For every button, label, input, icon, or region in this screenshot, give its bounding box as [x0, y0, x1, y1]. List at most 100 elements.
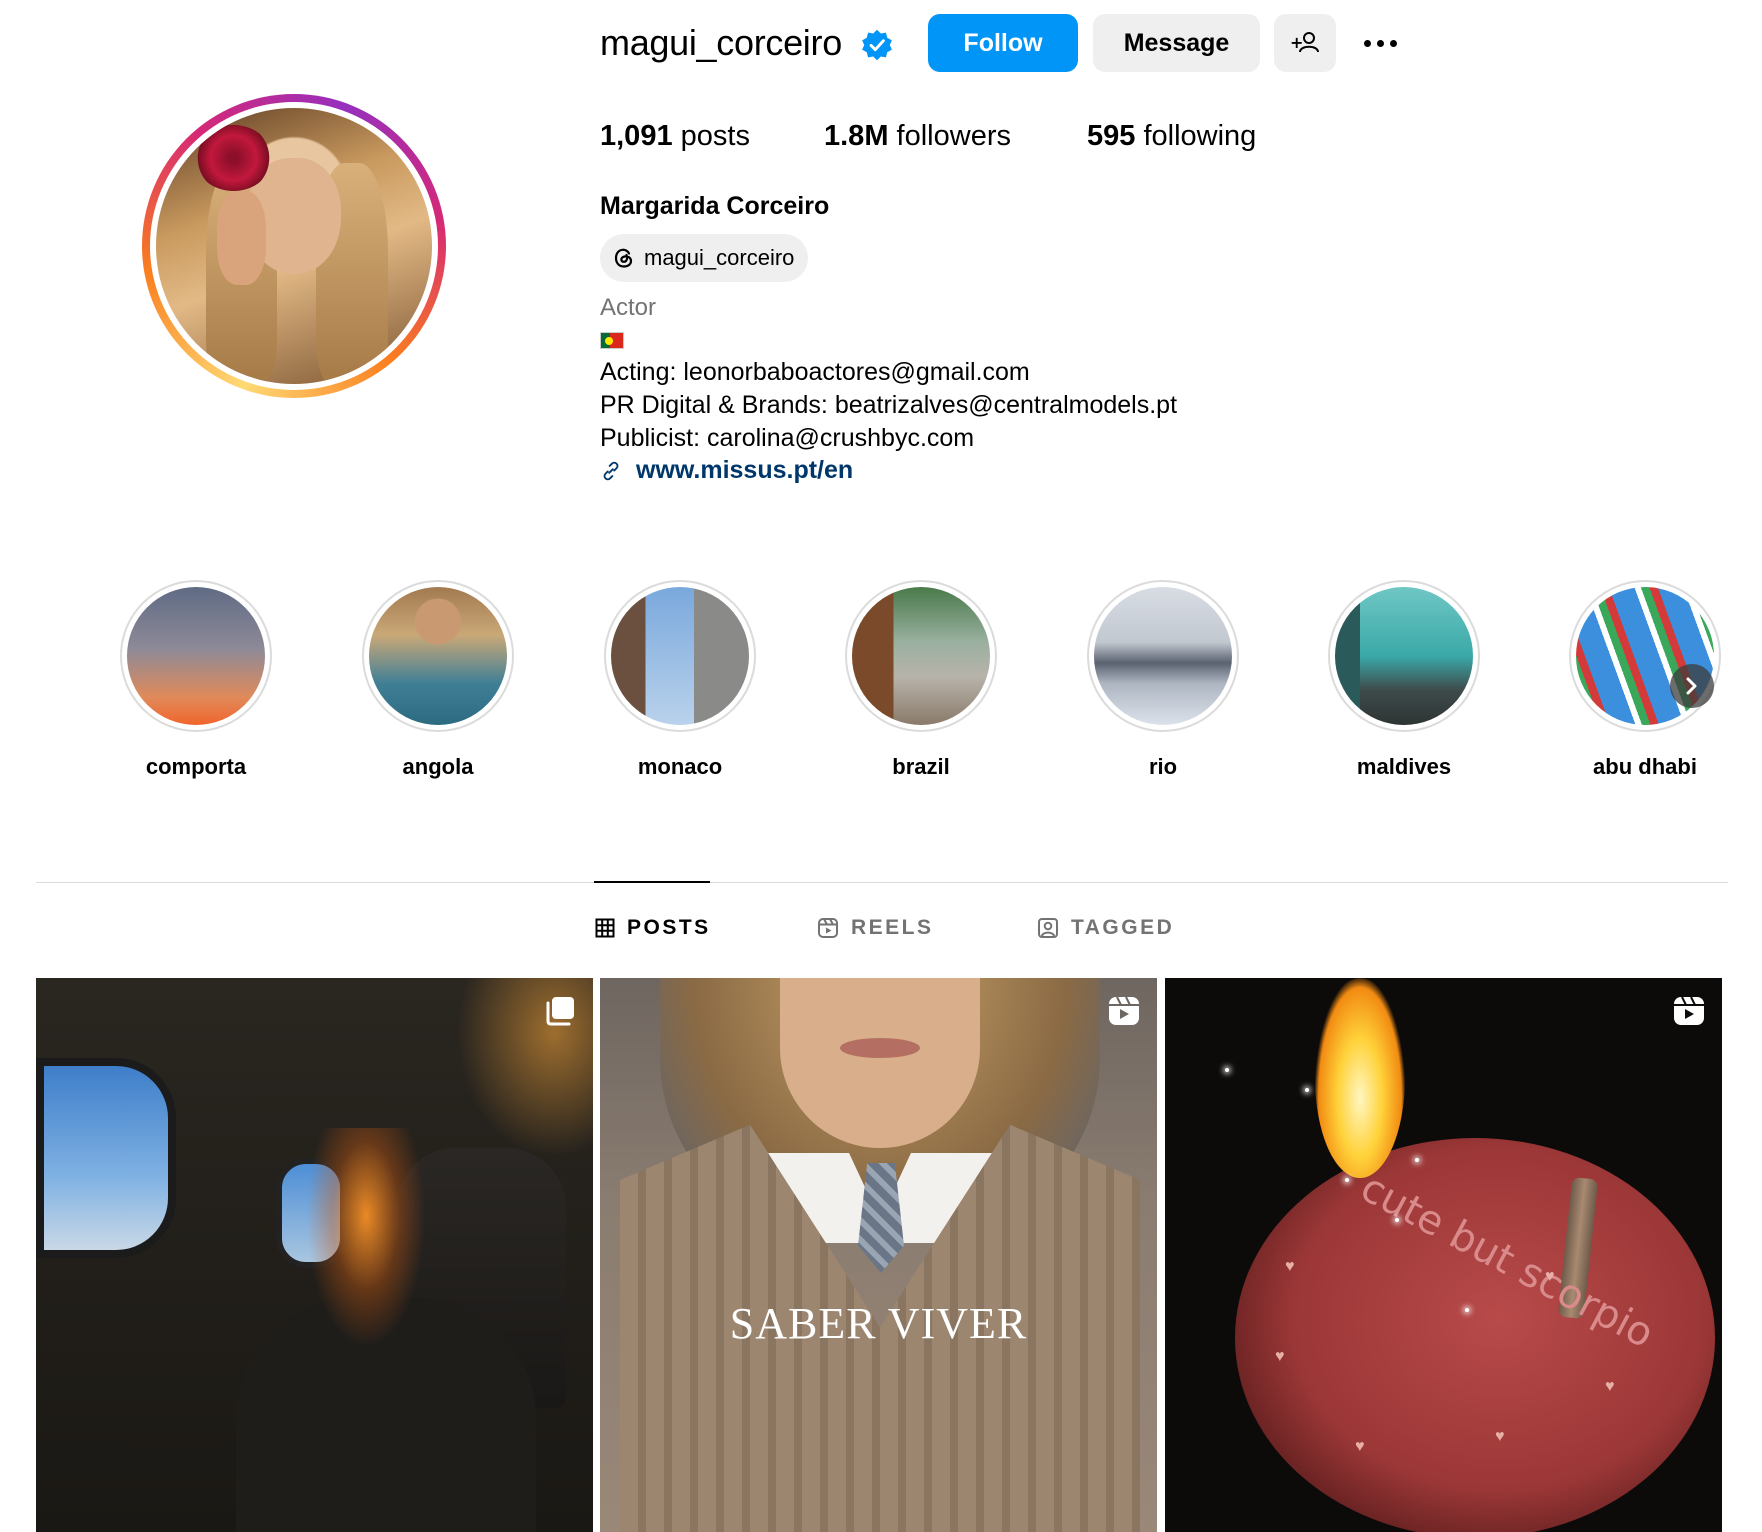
dot — [1363, 39, 1371, 47]
posts-count: 1,091 — [600, 120, 673, 152]
highlight-cover — [852, 587, 990, 725]
highlight-label: angola — [402, 754, 474, 779]
post-image-detail — [1315, 978, 1405, 1178]
post-image-detail — [36, 1058, 176, 1258]
post-overlay-text: SABER VIVER — [729, 1299, 1028, 1348]
follow-button[interactable]: Follow — [928, 14, 1078, 72]
more-options-icon[interactable] — [1358, 28, 1402, 58]
bio-link[interactable]: www.missus.pt/en — [600, 456, 853, 485]
highlight-angola[interactable]: angola — [362, 580, 514, 780]
highlight-cover — [611, 587, 749, 725]
dot — [1376, 39, 1384, 47]
profile-category: Actor — [600, 294, 657, 321]
message-button[interactable]: Message — [1093, 14, 1260, 72]
highlight-cover — [1335, 587, 1473, 725]
tab-tagged[interactable]: TAGGED — [1037, 916, 1174, 940]
highlight-ring — [362, 580, 514, 732]
post-image-detail — [840, 1038, 920, 1058]
avatar-inner — [150, 102, 438, 390]
portugal-flag-icon — [600, 332, 624, 349]
highlight-ring — [1087, 580, 1239, 732]
reel-icon — [1674, 996, 1704, 1025]
verified-badge-icon — [862, 29, 892, 61]
highlight-cover — [369, 587, 507, 725]
chevron-right-icon — [1686, 677, 1697, 695]
sparkle — [1465, 1308, 1469, 1312]
following-stat[interactable]: 595 following — [1087, 120, 1256, 153]
post-thumbnail[interactable]: cute but scorpio ♥ ♥ ♥ ♥ ♥ ♥ — [1165, 978, 1722, 1532]
flag-red — [604, 333, 623, 348]
sparkle — [1305, 1088, 1309, 1092]
heart-decoration: ♥ — [1355, 1438, 1365, 1455]
link-icon — [603, 461, 619, 480]
active-tab-indicator — [594, 881, 710, 883]
highlight-label: rio — [1148, 754, 1178, 779]
profile-avatar[interactable] — [142, 94, 446, 398]
highlight-ring — [1569, 580, 1721, 732]
bio-line: Publicist: carolina@crushbyc.com — [600, 424, 975, 452]
profile-full-name: Margarida Corceiro — [600, 192, 830, 220]
avatar-photo — [156, 108, 432, 384]
tab-reels[interactable]: REELS — [817, 916, 934, 940]
tab-posts[interactable]: POSTS — [595, 916, 711, 940]
posts-stat: 1,091 posts — [600, 120, 750, 153]
tab-label: TAGGED — [1071, 916, 1175, 939]
post-thumbnail[interactable] — [36, 978, 593, 1532]
highlights-next-button[interactable] — [1670, 664, 1714, 708]
sparkle — [1395, 1218, 1399, 1222]
post-image-detail — [306, 1128, 426, 1348]
highlight-brazil[interactable]: brazil — [845, 580, 997, 780]
heart-decoration: ♥ — [1495, 1428, 1505, 1445]
highlight-label: comporta — [145, 754, 247, 779]
sparkle — [1225, 1068, 1229, 1072]
highlight-ring — [120, 580, 272, 732]
heart-decoration: ♥ — [1545, 1268, 1555, 1285]
post-thumbnail[interactable]: SABER VIVER — [600, 978, 1157, 1532]
followers-count: 1.8M — [824, 120, 889, 152]
heart-decoration: ♥ — [1605, 1378, 1615, 1395]
highlight-ring — [1328, 580, 1480, 732]
bio-line: Acting: leonorbaboactores@gmail.com — [600, 358, 1030, 386]
reel-icon — [1109, 996, 1139, 1025]
highlight-ring — [604, 580, 756, 732]
highlight-maldives[interactable]: maldives — [1328, 580, 1480, 780]
sparkle — [1345, 1178, 1349, 1182]
highlight-ring — [845, 580, 997, 732]
highlight-comporta[interactable]: comporta — [120, 580, 272, 780]
tab-label: POSTS — [627, 916, 711, 939]
carousel-icon — [546, 997, 574, 1026]
bio-link-text[interactable]: www.missus.pt/en — [636, 456, 853, 485]
threads-handle: magui_corceiro — [644, 245, 795, 270]
highlight-monaco[interactable]: monaco — [604, 580, 756, 780]
avatar-hand — [216, 190, 267, 285]
profile-username: magui_corceiro — [600, 22, 842, 63]
highlight-cover — [1094, 587, 1232, 725]
tab-label: REELS — [851, 916, 934, 939]
suggested-users-button[interactable]: + — [1274, 14, 1336, 72]
avatar-flower — [194, 124, 272, 191]
followers-label: followers — [896, 120, 1011, 152]
following-label: following — [1143, 120, 1257, 152]
heart-decoration: ♥ — [1275, 1348, 1285, 1365]
sparkle — [1415, 1158, 1419, 1162]
highlight-cover — [127, 587, 265, 725]
threads-icon — [614, 248, 633, 268]
bio-line: PR Digital & Brands: beatrizalves@centra… — [600, 391, 1178, 419]
highlight-rio[interactable]: rio — [1087, 580, 1239, 780]
highlight-label: maldives — [1356, 754, 1452, 779]
grid-icon — [595, 918, 615, 938]
dot — [1389, 39, 1397, 47]
highlight-label: monaco — [637, 754, 723, 779]
flag-seal — [604, 337, 613, 345]
heart-decoration: ♥ — [1285, 1258, 1295, 1275]
followers-stat[interactable]: 1.8M followers — [824, 120, 1011, 153]
highlight-label: abu dhabi — [1593, 754, 1697, 779]
threads-badge[interactable]: magui_corceiro — [600, 234, 809, 282]
add-person-icon: + — [1290, 32, 1319, 53]
tabs-divider — [36, 882, 1728, 883]
tagged-icon — [1038, 918, 1058, 938]
posts-label: posts — [680, 120, 750, 152]
reels-icon — [818, 918, 838, 938]
following-count: 595 — [1087, 120, 1136, 152]
highlight-label: brazil — [892, 754, 950, 779]
